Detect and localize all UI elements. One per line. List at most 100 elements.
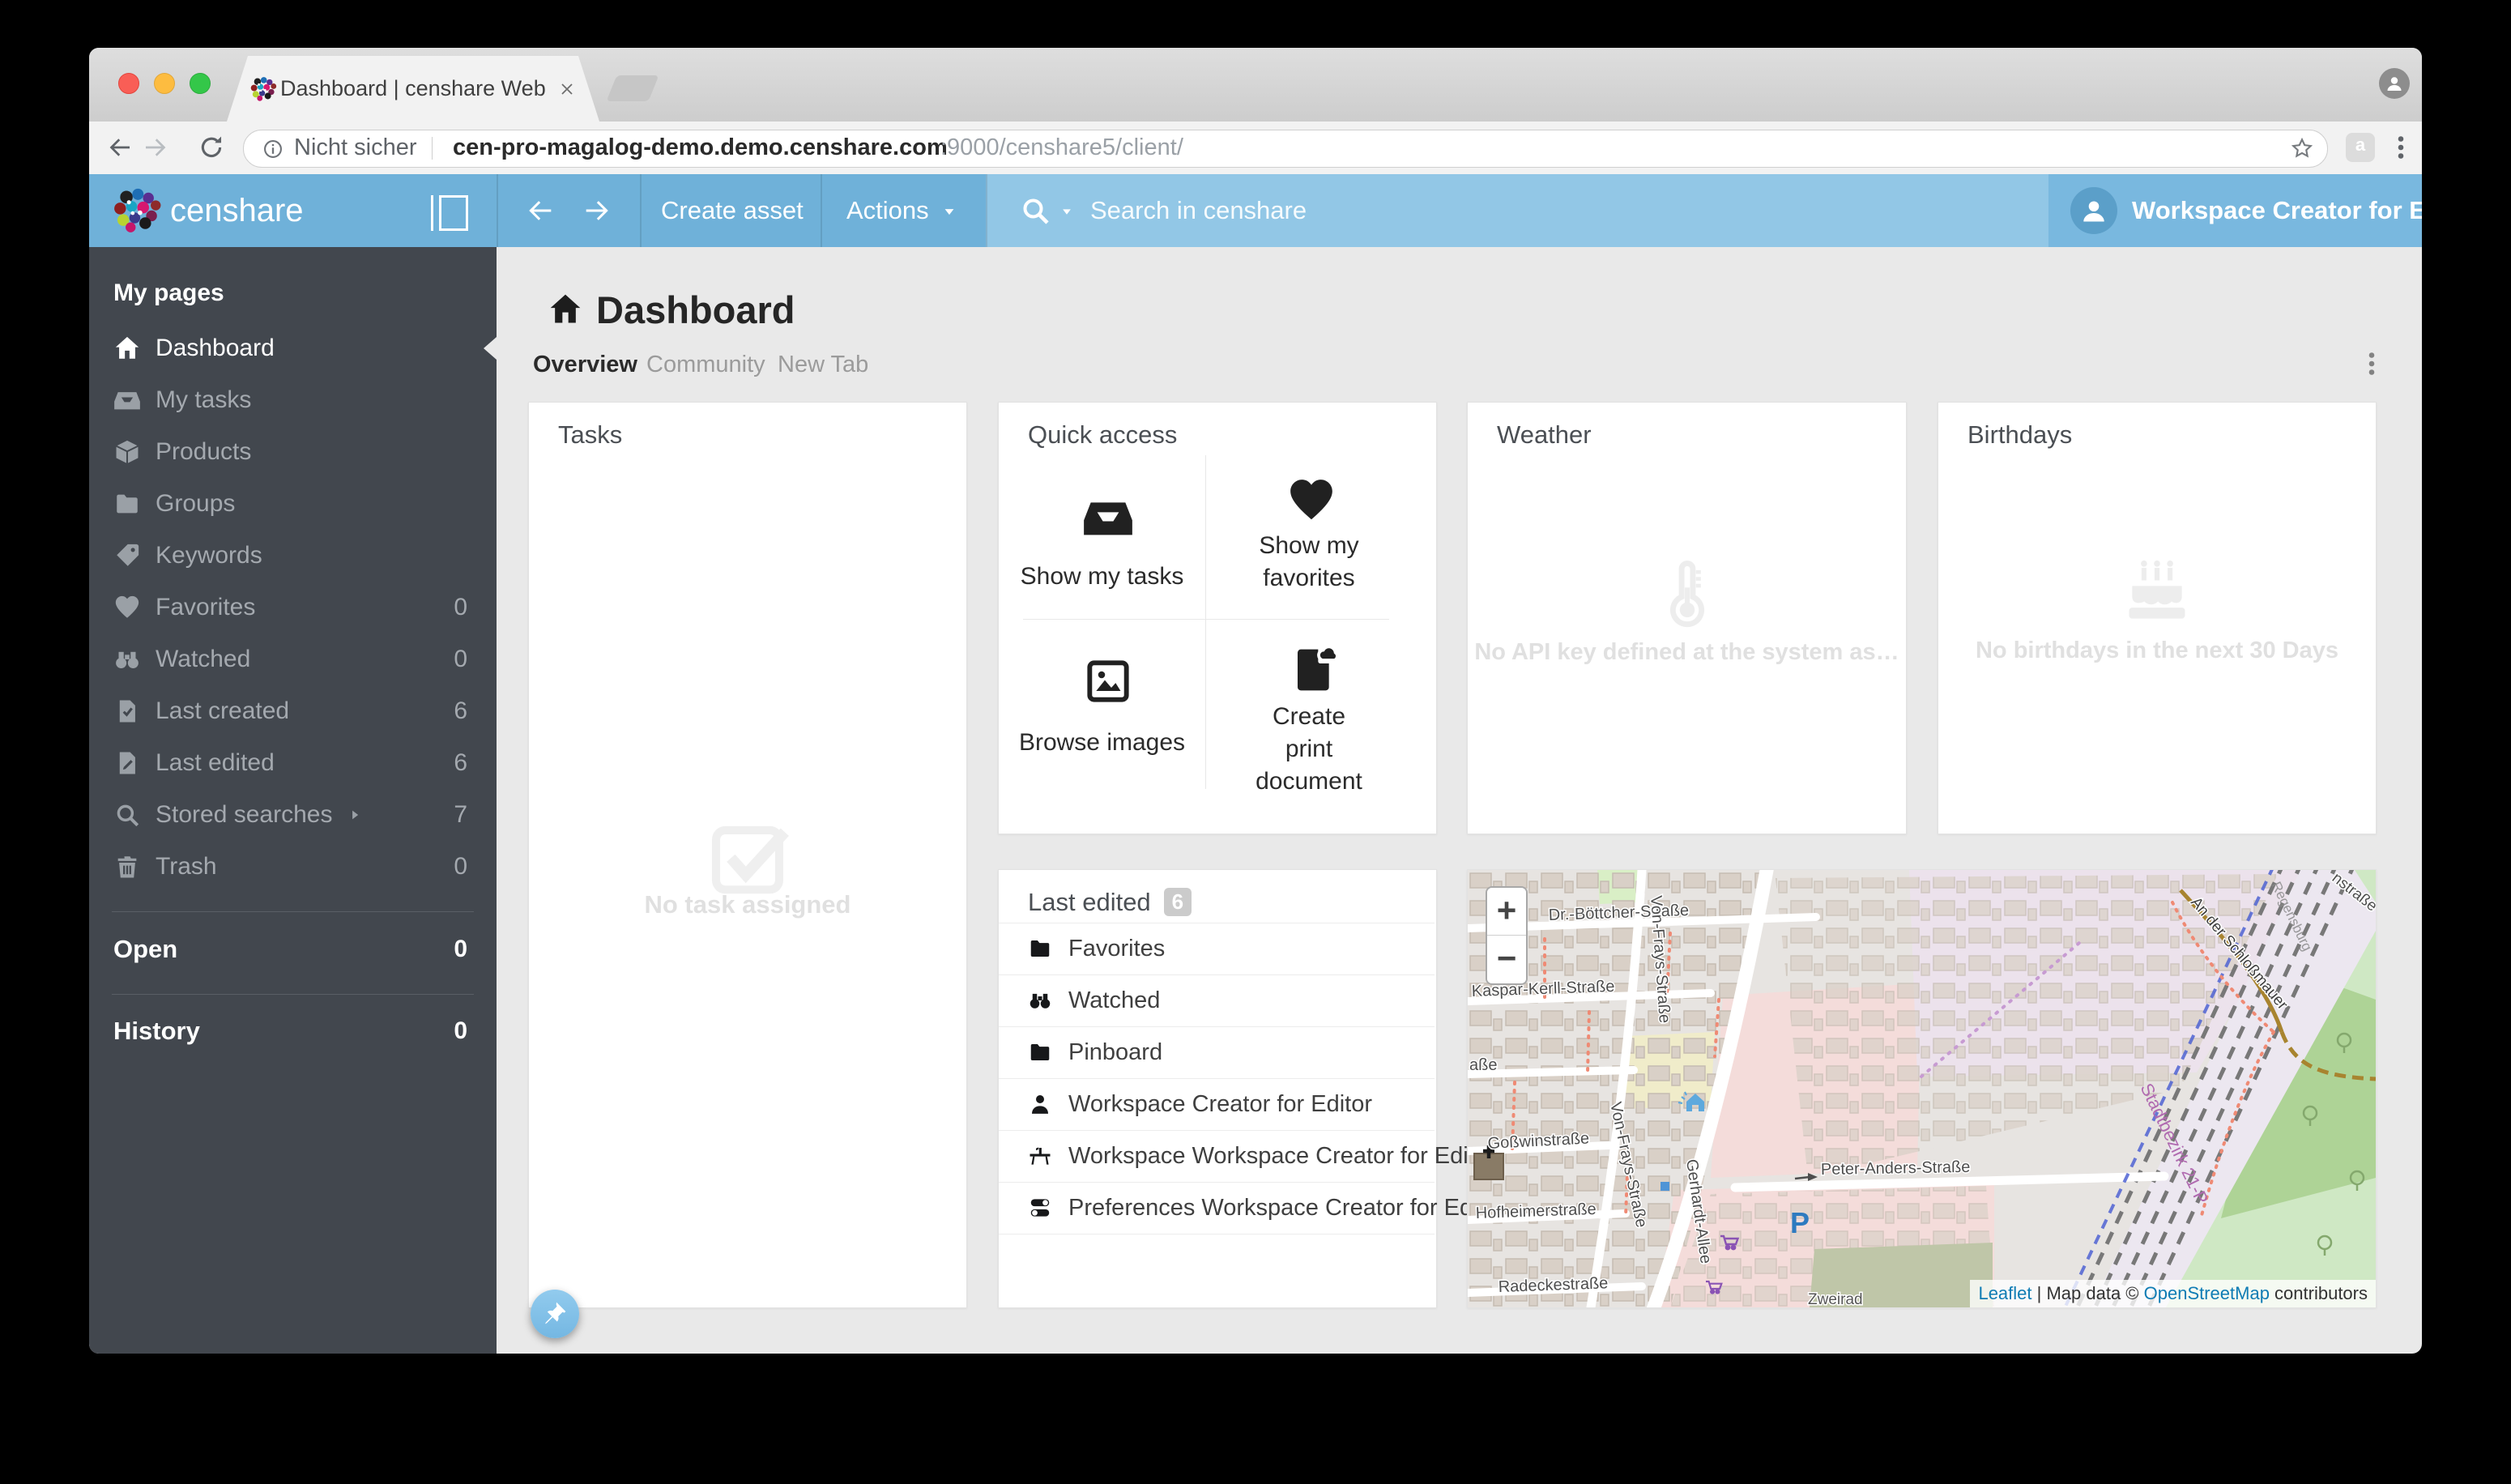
sidebar-item-favorites[interactable]: Favorites 0 (89, 582, 497, 633)
sidebar-item-watched[interactable]: Watched 0 (89, 633, 497, 685)
app-navbar: censhare Create asset Actions Search in … (89, 174, 2422, 247)
expand-caret-right-icon[interactable] (347, 807, 363, 823)
weather-card-title: Weather (1497, 420, 1592, 450)
sidebar-item-label: Watched (156, 633, 250, 685)
nav-back-icon[interactable] (524, 194, 556, 227)
page-home-icon (548, 292, 583, 327)
sidebar-item-last-created[interactable]: Last created 6 (89, 685, 497, 737)
sidebar-item-keywords[interactable]: Keywords (89, 530, 497, 582)
sidebar-item-count: 6 (454, 685, 467, 737)
sidebar-item-stored-searches[interactable]: Stored searches 7 (89, 789, 497, 841)
pinboard-fab-button[interactable] (531, 1290, 579, 1338)
new-tab-button[interactable] (607, 75, 659, 101)
nav-forward-icon[interactable] (581, 194, 613, 227)
forward-icon[interactable] (141, 133, 170, 162)
attribution-text: contributors (2270, 1283, 2368, 1303)
sidebar-item-my-tasks[interactable]: My tasks (89, 374, 497, 426)
tab-close-icon[interactable] (557, 79, 577, 99)
tab-community[interactable]: Community (646, 352, 765, 378)
quick-label: Browse images (999, 727, 1205, 759)
last-edited-row-pinboard[interactable]: Pinboard (999, 1026, 1435, 1078)
close-window-button[interactable] (118, 73, 139, 94)
page-menu-kebab-icon[interactable] (2357, 349, 2386, 378)
actions-button[interactable]: Actions (846, 174, 929, 247)
trash-icon (113, 853, 141, 881)
sidebar-item-dashboard[interactable]: Dashboard (89, 322, 497, 374)
url-host: cen-pro-magalog-demo.demo.censhare.com (453, 130, 948, 165)
reload-icon[interactable] (198, 134, 225, 161)
maximize-window-button[interactable] (190, 73, 211, 94)
user-avatar[interactable] (2070, 187, 2117, 234)
tab-overview[interactable]: Overview (533, 352, 637, 378)
profile-person-icon (2385, 73, 2404, 94)
extension-icon[interactable]: a (2346, 133, 2375, 162)
url-divider (432, 137, 433, 160)
zoom-in-button[interactable]: + (1487, 888, 1526, 935)
street-label: Peter-Anders-Straße (1821, 1158, 1971, 1179)
user-person-icon (2079, 194, 2108, 227)
binoculars-icon (113, 646, 141, 673)
quick-browse-images[interactable]: Browse images (999, 629, 1205, 783)
sidebar-item-groups[interactable]: Groups (89, 478, 497, 530)
quick-create-print-document[interactable]: Create print document (1205, 629, 1412, 783)
row-label: Workspace Creator for Editor (1068, 1078, 1372, 1130)
bookmark-star-icon[interactable] (2290, 136, 2314, 160)
home-icon (113, 335, 141, 362)
tasks-empty-text: No task assigned (529, 890, 966, 919)
sidebar-item-products[interactable]: Products (89, 426, 497, 478)
quick-label: Show my favorites (1244, 530, 1374, 595)
last-edited-card: Last edited6 Favorites Watched Pinboard … (998, 869, 1437, 1308)
map-attribution: Leaflet | Map data © OpenStreetMap contr… (1970, 1280, 2376, 1307)
browser-menu-kebab-icon[interactable] (2386, 133, 2415, 162)
poi-label: Zweirad (1808, 1291, 1863, 1307)
sidebar-section-open[interactable]: Open 0 (89, 923, 497, 975)
desk-icon (1028, 1144, 1052, 1168)
zoom-out-button[interactable]: − (1487, 936, 1526, 983)
last-edited-row-favorites[interactable]: Favorites (999, 923, 1435, 974)
search-input[interactable]: Search in censhare (1090, 174, 1307, 247)
last-edited-row-workspace[interactable]: Workspace Creator for Editor (999, 1078, 1435, 1130)
info-icon[interactable] (262, 138, 284, 160)
extension-letter: a (2346, 134, 2375, 156)
sidebar-item-last-edited[interactable]: Last edited 6 (89, 737, 497, 789)
last-edited-row-preferences[interactable]: Preferences Workspace Creator for Editor (999, 1182, 1435, 1234)
sidebar-section-history[interactable]: History 0 (89, 1005, 497, 1057)
weather-empty-text: No API key defined at the system as… (1468, 639, 1906, 666)
sidebar-item-label: Products (156, 426, 251, 478)
quick-show-my-favorites[interactable]: Show my favorites (1205, 463, 1412, 617)
osm-link[interactable]: OpenStreetMap (2144, 1283, 2270, 1303)
sidebar-item-trash[interactable]: Trash 0 (89, 841, 497, 893)
image-icon (1082, 655, 1134, 707)
sidebar-item-label: Keywords (156, 530, 262, 582)
search-caret-down-icon[interactable] (1059, 204, 1074, 219)
browser-profile-avatar[interactable] (2379, 68, 2410, 99)
minimize-window-button[interactable] (154, 73, 175, 94)
quick-show-my-tasks[interactable]: Show my tasks (999, 463, 1205, 617)
search-icon[interactable] (1019, 194, 1051, 227)
grid-divider-h (1023, 619, 1389, 620)
last-edited-badge: 6 (1164, 888, 1192, 916)
create-asset-button[interactable]: Create asset (661, 174, 804, 247)
birthdays-empty-text: No birthdays in the next 30 Days (1938, 638, 2376, 664)
history-count: 0 (454, 1005, 467, 1057)
url-path: :9000/censhare5/client/ (940, 130, 1183, 165)
map-widget[interactable]: Dr.-Böttcher-Straße Kaspar-Kerll-Straße … (1467, 869, 2377, 1308)
row-label: Pinboard (1068, 1026, 1162, 1078)
last-edited-row-workspace-workspace[interactable]: Workspace Workspace Creator for Editor (999, 1130, 1435, 1182)
sidebar-divider (112, 911, 474, 912)
url-bar[interactable]: Nicht sicher cen-pro-magalog-demo.demo.c… (243, 130, 2328, 168)
open-label: Open (113, 923, 177, 975)
workspace-user-label[interactable]: Workspace Creator for Editor (2132, 174, 2422, 247)
pushpin-icon (542, 1300, 568, 1326)
sidebar-item-label: Last created (156, 685, 289, 737)
collapse-sidebar-icon[interactable] (439, 195, 468, 231)
leaflet-link[interactable]: Leaflet (1978, 1283, 2031, 1303)
toggles-icon (1028, 1196, 1052, 1220)
tab-new-tab[interactable]: New Tab (778, 352, 868, 378)
back-icon[interactable] (105, 133, 134, 162)
last-edited-row-watched[interactable]: Watched (999, 974, 1435, 1026)
search-icon (113, 801, 141, 829)
row-label: Workspace Workspace Creator for Editor (1068, 1130, 1496, 1182)
browser-tab[interactable]: Dashboard | censhare Web (227, 56, 599, 122)
censhare-logo[interactable] (112, 186, 162, 236)
